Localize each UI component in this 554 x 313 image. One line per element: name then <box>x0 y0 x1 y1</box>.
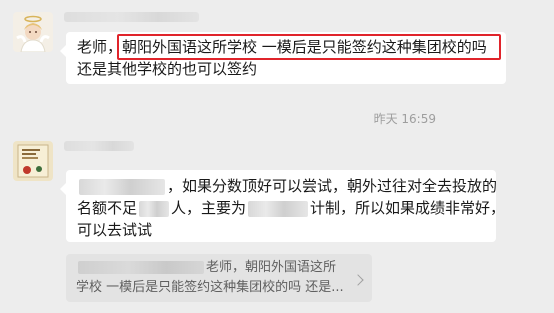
reply-text-line2b: 人，主要为 <box>171 199 247 217</box>
reply-text-line2a: 名额不足 <box>77 199 138 217</box>
quoted-text-line1: 老师，朝阳外国语这所 <box>206 260 337 275</box>
sender-name-redacted <box>64 141 134 151</box>
message-bubble-reply[interactable]: ，如果分数顶好可以尝试，朝外过往对全去投放的 名额不足 人，主要为 计制，所以如果成… <box>60 170 505 242</box>
teacher-avatar[interactable] <box>13 141 53 181</box>
message-timestamp: 昨天 16:59 <box>373 112 436 126</box>
redacted-text <box>248 200 309 217</box>
quoted-text-line2: 学校 一模后是只能签约这种集团校的吗 还是... <box>76 280 344 295</box>
redacted-text <box>79 178 165 195</box>
book-cover-avatar-icon <box>13 141 53 181</box>
quoted-message[interactable]: 老师，朝阳外国语这所 学校 一模后是只能签约这种集团校的吗 还是... <box>66 254 372 302</box>
message-text-prefix: 老师， <box>77 38 123 56</box>
redacted-text <box>78 261 204 274</box>
sender-name-redacted <box>64 12 199 22</box>
reply-text-line2c: 计制，所以如果成绩非常好， <box>310 199 506 217</box>
reply-text-line3: 可以去试试 <box>77 221 153 239</box>
sender-avatar[interactable] <box>13 12 53 52</box>
reply-text-line1: ，如果分数顶好可以尝试，朝外过往对全去投放的 <box>167 177 498 195</box>
red-highlight-box <box>117 34 501 60</box>
chevron-right-icon <box>352 274 364 286</box>
message-text-line2: 还是其他学校的也可以签约 <box>77 60 258 78</box>
angel-avatar-icon <box>13 12 53 52</box>
redacted-text <box>139 200 170 217</box>
